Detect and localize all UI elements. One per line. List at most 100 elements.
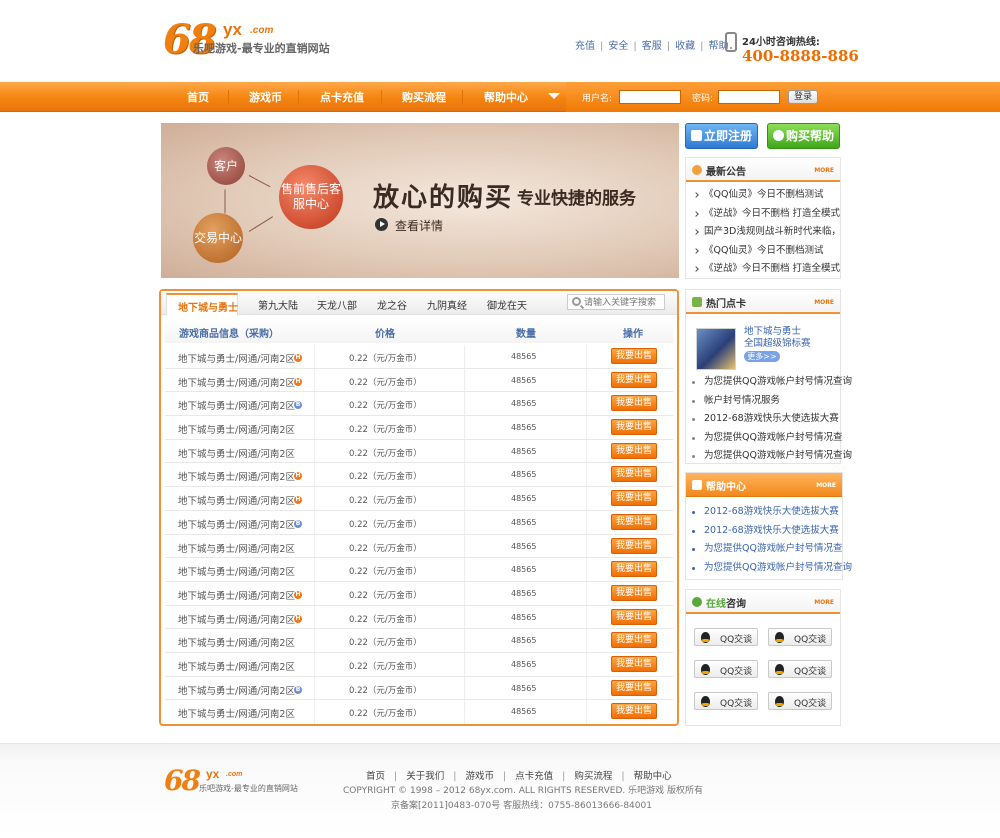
promo-banner[interactable]: 客户 交易中心 售前售后客服中心 放心的购买 专业快捷的服务 查看详情 (161, 123, 679, 278)
footer-link-purchase-flow[interactable]: 购买流程 (574, 771, 612, 782)
featured-more-button[interactable]: 更多>> (744, 351, 780, 362)
register-button[interactable]: 立即注册 (685, 123, 758, 149)
hot-card-item[interactable]: 为您提供QQ游戏帐户封号情况查 (686, 429, 842, 448)
sell-button[interactable]: 我要出售 (611, 395, 657, 412)
help-item[interactable]: 2012-68游戏快乐大使选拔大赛 (686, 503, 842, 522)
hot-cards-more-link[interactable]: MORE (814, 299, 834, 306)
help-item[interactable]: 2012-68游戏快乐大使选拔大赛 (686, 522, 842, 541)
top-link-security[interactable]: 安全 (608, 41, 628, 52)
top-link-service[interactable]: 客服 (642, 41, 662, 52)
nav-home[interactable]: 首页 (187, 89, 209, 105)
sell-button[interactable]: 我要出售 (611, 371, 657, 388)
tab-jiuyin[interactable]: 九阴真经 (427, 297, 467, 312)
sell-button[interactable]: 我要出售 (611, 348, 657, 364)
footer-link-home[interactable]: 首页 (366, 771, 385, 782)
qq-chat-button[interactable]: QQ交谈 (694, 692, 758, 710)
sell-button[interactable]: 我要出售 (611, 584, 657, 601)
sell-button[interactable]: 我要出售 (611, 679, 657, 696)
sell-button[interactable]: 我要出售 (611, 513, 657, 530)
banner-customer-circle: 客户 (207, 147, 245, 185)
featured-game-thumbnail[interactable] (696, 328, 736, 370)
password-input[interactable] (718, 90, 780, 104)
nav-purchase-flow[interactable]: 购买流程 (402, 89, 446, 105)
footer-logo[interactable]: 68 yx .com 乐吧游戏-最专业的直销网站 (164, 764, 304, 804)
server-badge-icon: B (294, 401, 302, 410)
help-item[interactable]: 为您提供QQ游戏帐户封号情况查 (686, 540, 842, 559)
search-input[interactable] (584, 296, 664, 308)
tab-dragon-nest[interactable]: 龙之谷 (377, 297, 407, 312)
server-badge-icon: B (294, 519, 302, 528)
row-name: 地下城与勇士/网通/河南2区 (178, 377, 295, 389)
search-icon[interactable] (572, 297, 581, 306)
table-row: 地下城与勇士/网通/河南2区 0.22（元/万金币） 48565 我要出售 (165, 652, 673, 677)
help-item[interactable]: 为您提供QQ游戏帐户封号情况查询 (686, 559, 852, 578)
sell-button[interactable]: 我要出售 (611, 466, 657, 483)
top-link-favorite[interactable]: 收藏 (675, 41, 695, 52)
qq-chat-button[interactable]: QQ交谈 (694, 660, 758, 678)
row-qty: 48565 (511, 683, 537, 693)
row-name: 地下城与勇士/网通/河南2区 (178, 354, 295, 365)
footer-link-card-recharge[interactable]: 点卡充值 (515, 771, 553, 782)
play-icon[interactable] (375, 218, 388, 231)
online-consult-more-link[interactable]: MORE (814, 599, 834, 606)
login-button[interactable]: 登录 (788, 90, 818, 104)
top-link-recharge[interactable]: 充值 (575, 41, 595, 52)
nav-game-coins[interactable]: 游戏币 (249, 89, 282, 105)
sell-button[interactable]: 我要出售 (611, 608, 657, 625)
logo-slogan: 乐吧游戏-最专业的直销网站 (193, 42, 330, 55)
site-logo[interactable]: 68 yx .com 乐吧游戏-最专业的直销网站 (163, 14, 363, 74)
announcement-item[interactable]: 《QQ仙灵》今日不删档测试 (686, 186, 840, 205)
table-row: 地下城与勇士/网通/河南2区 B 0.22（元/万金币） 48565 我要出售 (165, 510, 673, 535)
sell-button[interactable]: 我要出售 (611, 490, 657, 507)
qq-chat-button[interactable]: QQ交谈 (768, 660, 832, 678)
logo-yx: yx (223, 20, 242, 39)
tab-yulong[interactable]: 御龙在天 (487, 297, 527, 312)
banner-more-link[interactable]: 查看详情 (395, 217, 443, 234)
nav-card-recharge[interactable]: 点卡充值 (320, 89, 364, 105)
tab-dnf[interactable]: 地下城与勇士 (166, 293, 238, 316)
footer-link-game-coins[interactable]: 游戏币 (465, 771, 494, 782)
sell-button[interactable]: 我要出售 (611, 632, 657, 649)
col-quantity: 数量 (516, 329, 536, 340)
product-panel: 地下城与勇士 第九大陆 天龙八部 龙之谷 九阴真经 御龙在天 游戏商品信息（采购… (159, 289, 679, 726)
sell-button[interactable]: 我要出售 (611, 537, 657, 554)
help-center-more-link[interactable]: MORE (816, 482, 836, 489)
server-badge-icon: H (294, 377, 302, 386)
home-icon (691, 130, 702, 141)
sell-button[interactable]: 我要出售 (611, 442, 657, 459)
table-row: 地下城与勇士/网通/河南2区 0.22（元/万金币） 48565 我要出售 (165, 558, 673, 582)
sell-button[interactable]: 我要出售 (611, 561, 657, 578)
featured-game-title[interactable]: 地下城与勇士 (744, 326, 801, 338)
qq-chat-button[interactable]: QQ交谈 (768, 692, 832, 710)
qq-chat-button[interactable]: QQ交谈 (768, 628, 832, 646)
announcement-item[interactable]: 《逆战》今日不删档 打造全模式 (686, 260, 840, 279)
tab-tianlong[interactable]: 天龙八部 (317, 297, 357, 312)
qq-chat-button[interactable]: QQ交谈 (694, 628, 758, 646)
search-box[interactable] (567, 294, 665, 310)
announcement-item[interactable]: 《逆战》今日不删档 打造全模式 (686, 205, 840, 224)
footer-link-help-center[interactable]: 帮助中心 (634, 771, 672, 782)
logo-com: .com (250, 25, 274, 36)
register-label: 立即注册 (704, 129, 753, 143)
hot-card-item[interactable]: 2012-68游戏快乐大使选拔大赛 (686, 410, 840, 429)
sell-button[interactable]: 我要出售 (611, 419, 657, 436)
purchase-help-button[interactable]: 购买帮助 (767, 123, 840, 149)
tab-ninth-continent[interactable]: 第九大陆 (258, 297, 298, 312)
announcement-item[interactable]: 国产3D浅规则战斗新时代来临， (686, 223, 841, 242)
featured-game-subtitle[interactable]: 全国超级锦标赛 (744, 338, 811, 350)
announcement-more-link[interactable]: MORE (814, 167, 834, 174)
nav-help-center[interactable]: 帮助中心 (484, 89, 528, 105)
row-price: 0.22（元/万金币） (349, 425, 422, 436)
username-input[interactable] (619, 90, 681, 104)
hot-card-item[interactable]: 帐户封号情况服务 (686, 392, 840, 411)
sell-button[interactable]: 我要出售 (611, 655, 657, 672)
announcement-item[interactable]: 《QQ仙灵》今日不删档测试 (686, 242, 840, 261)
row-qty: 48565 (511, 636, 537, 646)
row-price: 0.22（元/万金币） (349, 709, 422, 720)
sell-button[interactable]: 我要出售 (611, 703, 657, 720)
hot-card-item[interactable]: 为您提供QQ游戏帐户封号情况查询 (686, 447, 852, 466)
hot-card-item[interactable]: 为您提供QQ游戏帐户封号情况查询 (686, 373, 852, 392)
footer-link-about[interactable]: 关于我们 (406, 771, 444, 782)
col-action: 操作 (623, 329, 643, 340)
table-row: 地下城与勇士/网通/河南2区 H 0.22（元/万金币） 48565 我要出售 (165, 368, 673, 393)
